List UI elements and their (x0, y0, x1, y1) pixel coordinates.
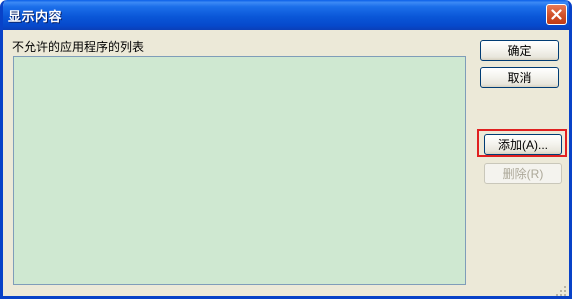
resize-grip-icon[interactable] (555, 282, 567, 296)
cancel-button[interactable]: 取消 (480, 67, 559, 88)
window-title: 显示内容 (8, 10, 63, 25)
add-button[interactable]: 添加(A)... (484, 134, 562, 155)
close-icon (551, 9, 562, 20)
list-label: 不允许的应用程序的列表 (12, 40, 145, 54)
disallowed-apps-list[interactable] (13, 56, 466, 285)
ok-button[interactable]: 确定 (480, 40, 559, 61)
dialog-window: 显示内容 不允许的应用程序的列表 确定 取消 添加(A)... 删除(R) (0, 0, 572, 299)
title-bar[interactable]: 显示内容 (3, 0, 569, 30)
close-button[interactable] (546, 4, 567, 25)
remove-button[interactable]: 删除(R) (484, 163, 562, 184)
